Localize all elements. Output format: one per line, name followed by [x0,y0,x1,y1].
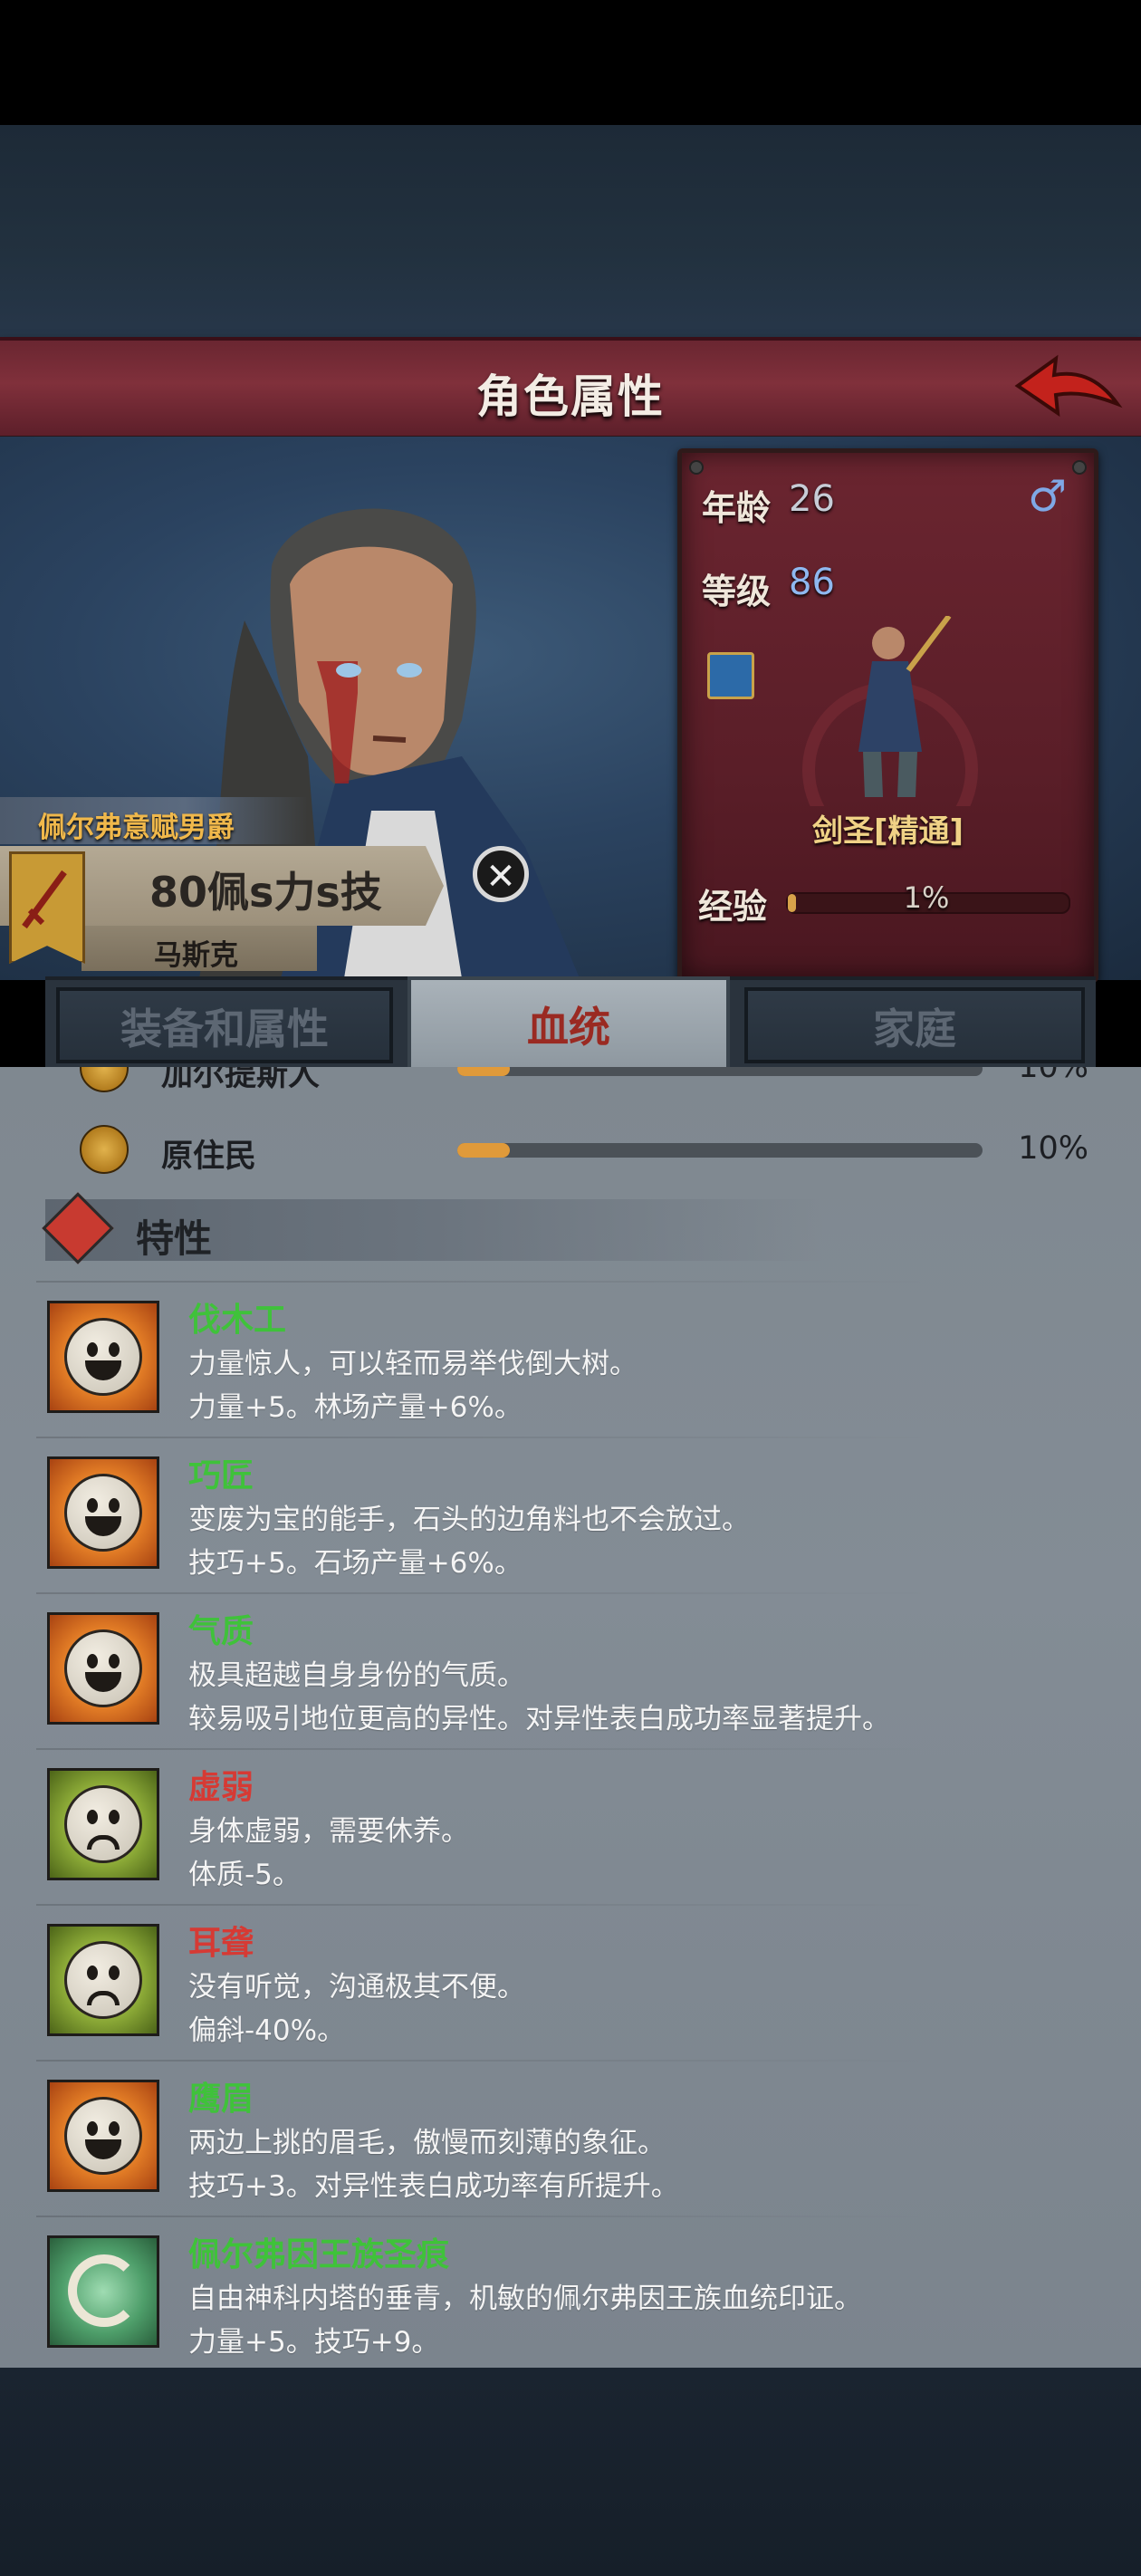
noble-title-banner: 佩尔弗意赋男爵 [0,797,308,844]
trait-row[interactable]: 虚弱身体虚弱，需要休养。 体质-5。 [0,1748,1141,1902]
trait-description: 极具超越自身身份的气质。 [188,1659,525,1692]
happy-face-icon [47,2080,159,2192]
traits-section-header: 特性 [42,1192,824,1264]
happy-face-icon [47,1301,159,1413]
fire-icon [42,1192,114,1264]
trait-name: 巧匠 [188,1457,254,1495]
noble-title: 佩尔弗意赋男爵 [38,812,235,844]
title-banner: 角色属性 [0,337,1141,441]
population-row: 加尔提斯人 10% [0,1067,1141,1103]
trait-divider [36,2216,942,2217]
traits-section-title: 特性 [136,1216,213,1261]
population-percent: 10% [1018,1067,1088,1085]
tab-equipment-attributes[interactable]: 装备和属性 [56,987,393,1063]
level-value: 86 [789,562,835,603]
age-value: 26 [789,478,835,520]
trait-effect: 力量+5。林场产量+6%。 [188,1391,523,1424]
trait-divider [36,1437,942,1438]
trait-divider [36,1748,942,1750]
sad-face-icon [47,1768,159,1880]
population-icon [80,1067,129,1092]
population-name: 加尔提斯人 [161,1067,321,1093]
character-figure [802,616,978,806]
trait-description: 变废为宝的能手，石头的边角料也不会放过。 [188,1504,750,1536]
class-name: 剑圣[精通] [811,813,964,850]
trait-name: 鹰眉 [188,2081,254,2118]
happy-face-icon [47,1456,159,1569]
exp-percent: 1% [903,880,950,915]
house-name: 马斯克 [154,939,238,972]
character-info-card: 年龄 26 ♂ 等级 86 剑圣[精通] 经验 1% [677,448,1098,983]
trait-row[interactable]: 气质极具超越自身身份的气质。较易吸引地位更高的异性。对异性表白成功率显著提升。 [0,1592,1141,1746]
trait-row[interactable]: 佩尔弗因王族圣痕自由神科内塔的垂青，机敏的佩尔弗因王族血统印证。 力量+5。技巧+… [0,2216,1141,2369]
trait-effect: 较易吸引地位更高的异性。对异性表白成功率显著提升。 [188,1703,890,1735]
card-bolt [689,460,704,475]
trait-row[interactable]: 伐木工力量惊人，可以轻而易举伐倒大树。 力量+5。林场产量+6%。 [0,1281,1141,1435]
tab-bloodline[interactable]: 血统 [408,976,730,1074]
trait-description: 身体虚弱，需要休养。 [188,1815,469,1848]
status-bar-area [0,0,1141,125]
level-label: 等级 [702,572,772,611]
trait-divider [36,1904,942,1906]
character-screen: 角色属性 年龄 26 ♂ 等级 86 剑圣[精通] 经验 1% 佩尔弗意赋男爵 … [0,0,1141,2576]
population-row: 原住民 10% [0,1125,1141,1176]
trait-effect: 技巧+3。对异性表白成功率有所提升。 [188,2170,679,2203]
tab-family[interactable]: 家庭 [744,987,1085,1063]
trait-description: 自由神科内塔的垂青，机敏的佩尔弗因王族血统印证。 [188,2283,862,2315]
exp-label: 经验 [698,887,768,927]
population-percent: 10% [1018,1130,1088,1167]
back-arrow-icon[interactable] [1011,348,1128,429]
male-gender-icon: ♂ [1027,471,1067,522]
trait-effect: 技巧+5。石场产量+6%。 [188,1547,523,1580]
trait-row[interactable]: 巧匠变废为宝的能手，石头的边角料也不会放过。 技巧+5。石场产量+6%。 [0,1437,1141,1591]
trait-name: 耳聋 [188,1925,254,1962]
population-bar-fill [457,1067,510,1076]
page-title: 角色属性 [476,370,665,423]
trait-name: 佩尔弗因王族圣痕 [188,2236,450,2273]
sad-face-icon [47,1924,159,2036]
trait-row[interactable]: 鹰眉两边上挑的眉毛，傲慢而刻薄的象征。 技巧+3。对异性表白成功率有所提升。 [0,2060,1141,2214]
background-sky [0,125,1141,342]
trait-name: 虚弱 [188,1769,254,1806]
age-label: 年龄 [702,488,772,528]
trait-divider [36,2060,942,2062]
character-name: 80佩s力s技 [149,868,382,917]
population-bar-fill [457,1143,510,1158]
trait-description: 没有听觉，沟通极其不便。 [188,1971,525,2004]
trait-description: 两边上挑的眉毛，傲慢而刻薄的象征。 [188,2127,666,2159]
close-icon[interactable]: ✕ [473,846,529,902]
population-bar [457,1143,983,1158]
population-name: 原住民 [161,1139,257,1175]
trait-divider [36,1281,942,1283]
trait-row[interactable]: 耳聋没有听觉，沟通极其不便。 偏斜-40%。 [0,1904,1141,2058]
happy-face-icon [47,1612,159,1725]
population-icon [80,1125,129,1174]
card-bolt [1072,460,1087,475]
population-bar [457,1067,983,1076]
trait-name: 气质 [188,1613,254,1650]
trait-effect: 体质-5。 [188,1859,301,1891]
bottom-background [0,2368,1141,2576]
sword-class-icon [707,652,754,699]
trait-effect: 力量+5。技巧+9。 [188,2326,440,2359]
trait-divider [36,1592,942,1594]
trait-effect: 偏斜-40%。 [188,2014,346,2047]
trait-description: 力量惊人，可以轻而易举伐倒大树。 [188,1348,638,1380]
house-plate: 马斯克 [82,926,317,972]
tab-bar: 装备和属性 血统 家庭 [45,976,1096,1074]
sword-crest-icon [22,870,67,929]
royal-mark-icon [47,2235,159,2348]
trait-name: 伐木工 [188,1302,287,1339]
